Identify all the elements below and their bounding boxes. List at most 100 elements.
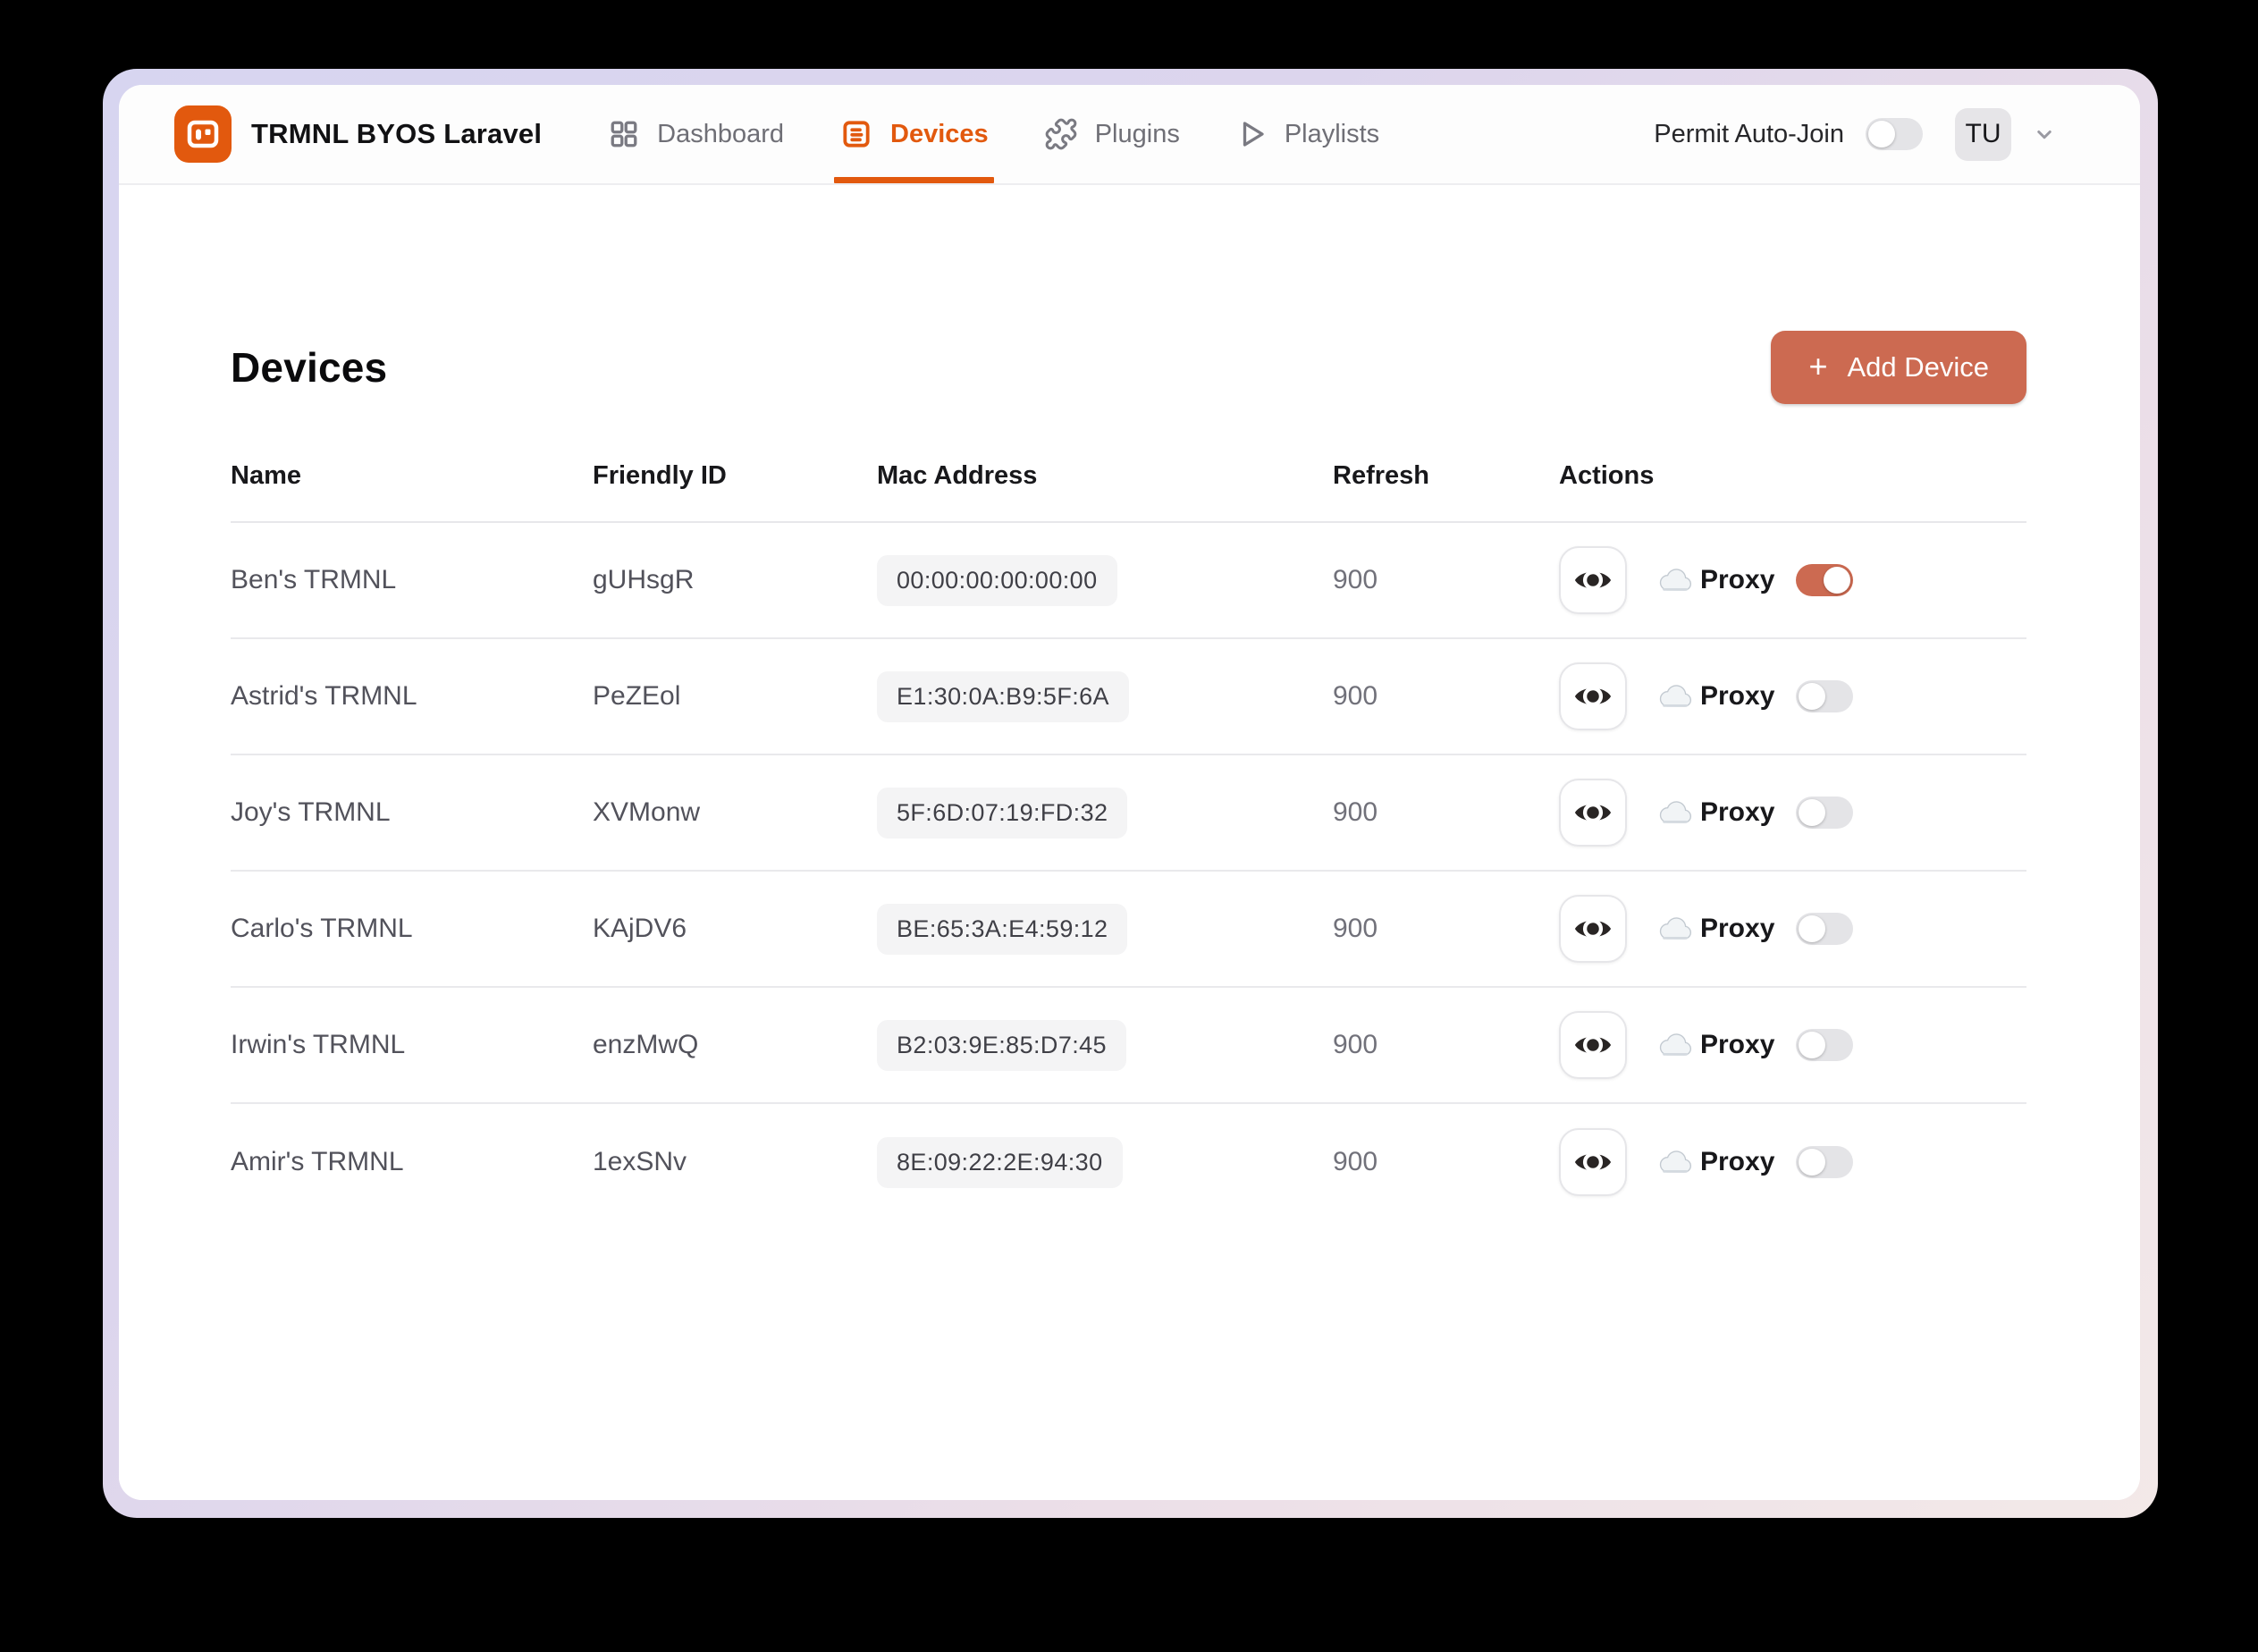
- proxy-toggle[interactable]: [1796, 564, 1854, 596]
- table-row: Joy's TRMNL XVMonw 5F:6D:07:19:FD:32 900: [231, 755, 2026, 872]
- view-device-button[interactable]: [1559, 546, 1627, 614]
- column-header-friendly-id: Friendly ID: [593, 461, 727, 490]
- eye-icon: [1572, 1029, 1613, 1061]
- device-mac: 5F:6D:07:19:FD:32: [877, 787, 1128, 839]
- proxy-toggle[interactable]: [1796, 1146, 1854, 1178]
- device-refresh: 900: [1333, 797, 1378, 827]
- device-friendly-id: enzMwQ: [593, 1030, 699, 1059]
- view-device-button[interactable]: [1559, 895, 1627, 963]
- device-friendly-id: 1exSNv: [593, 1147, 687, 1176]
- trmnl-logo-icon: [174, 105, 232, 163]
- column-header-mac-address: Mac Address: [877, 461, 1038, 490]
- proxy-label: Proxy: [1700, 1030, 1775, 1059]
- device-name: Astrid's TRMNL: [231, 681, 417, 711]
- nav-item-playlists[interactable]: Playlists: [1235, 85, 1379, 183]
- cloud-icon: [1659, 1032, 1691, 1058]
- device-refresh: 900: [1333, 1147, 1378, 1176]
- proxy-label: Proxy: [1700, 565, 1775, 594]
- table-row: Ben's TRMNL gUHsgR 00:00:00:00:00:00 900: [231, 523, 2026, 639]
- device-actions: Proxy: [1559, 1011, 2026, 1079]
- cloud-icon: [1659, 684, 1691, 709]
- device-actions: Proxy: [1559, 895, 2026, 963]
- brand: TRMNL BYOS Laravel: [174, 105, 542, 163]
- play-icon: [1235, 118, 1268, 150]
- device-actions: Proxy: [1559, 662, 2026, 730]
- device-friendly-id: XVMonw: [593, 797, 701, 827]
- column-header-name: Name: [231, 461, 301, 490]
- nav-item-label: Playlists: [1284, 119, 1380, 148]
- app-title: TRMNL BYOS Laravel: [251, 118, 543, 149]
- device-name: Carlo's TRMNL: [231, 914, 413, 943]
- devices-page: Devices + Add Device Name Friendly ID Ma…: [119, 185, 2140, 1500]
- device-friendly-id: PeZEol: [593, 681, 681, 711]
- permit-auto-join-toggle[interactable]: [1866, 118, 1923, 150]
- add-device-button[interactable]: + Add Device: [1771, 331, 2026, 404]
- plus-icon: +: [1808, 347, 1828, 384]
- view-device-button[interactable]: [1559, 1128, 1627, 1196]
- column-header-refresh: Refresh: [1333, 461, 1429, 490]
- device-table: Name Friendly ID Mac Address Refresh Act…: [231, 461, 2026, 1220]
- eye-icon: [1572, 796, 1613, 829]
- cloud-icon: [1659, 916, 1691, 941]
- device-name: Joy's TRMNL: [231, 797, 391, 827]
- proxy-toggle[interactable]: [1796, 680, 1854, 712]
- device-actions: Proxy: [1559, 546, 2026, 614]
- device-refresh: 900: [1333, 1030, 1378, 1059]
- device-list-icon: [839, 117, 873, 151]
- device-actions: Proxy: [1559, 779, 2026, 847]
- main-nav: Dashboard Devices Plugins Playlists: [608, 85, 1379, 183]
- cloud-icon: [1659, 1150, 1691, 1175]
- permit-auto-join-label: Permit Auto-Join: [1654, 119, 1844, 148]
- device-refresh: 900: [1333, 681, 1378, 711]
- eye-icon: [1572, 564, 1613, 596]
- proxy-toggle[interactable]: [1796, 1029, 1854, 1061]
- table-row: Carlo's TRMNL KAjDV6 BE:65:3A:E4:59:12 9…: [231, 872, 2026, 988]
- nav-item-label: Plugins: [1094, 119, 1180, 148]
- device-mac: BE:65:3A:E4:59:12: [877, 903, 1128, 955]
- page-title: Devices: [231, 344, 388, 391]
- device-name: Ben's TRMNL: [231, 565, 397, 594]
- device-mac: B2:03:9E:85:D7:45: [877, 1019, 1126, 1071]
- user-avatar[interactable]: TU: [1955, 107, 2011, 161]
- device-table-body: Ben's TRMNL gUHsgR 00:00:00:00:00:00 900: [231, 523, 2026, 1220]
- cloud-icon: [1659, 568, 1691, 593]
- proxy-toggle[interactable]: [1796, 796, 1854, 829]
- chevron-down-icon[interactable]: [2031, 121, 2058, 148]
- view-device-button[interactable]: [1559, 1011, 1627, 1079]
- proxy-toggle[interactable]: [1796, 913, 1854, 945]
- proxy-label: Proxy: [1700, 797, 1775, 827]
- device-friendly-id: KAjDV6: [593, 914, 687, 943]
- device-mac: 00:00:00:00:00:00: [877, 554, 1117, 606]
- topbar-right-cluster: Permit Auto-Join TU: [1654, 107, 2058, 161]
- column-header-actions: Actions: [1559, 461, 1655, 490]
- add-device-button-label: Add Device: [1847, 351, 1989, 383]
- nav-item-label: Dashboard: [657, 119, 785, 148]
- device-friendly-id: gUHsgR: [593, 565, 695, 594]
- device-refresh: 900: [1333, 565, 1378, 594]
- nav-item-dashboard[interactable]: Dashboard: [608, 85, 784, 183]
- eye-icon: [1572, 680, 1613, 712]
- device-mac: 8E:09:22:2E:94:30: [877, 1136, 1123, 1188]
- eye-icon: [1572, 1146, 1613, 1178]
- page-header: Devices + Add Device: [231, 331, 2026, 404]
- eye-icon: [1572, 913, 1613, 945]
- device-refresh: 900: [1333, 914, 1378, 943]
- cloud-icon: [1659, 800, 1691, 825]
- view-device-button[interactable]: [1559, 662, 1627, 730]
- device-name: Irwin's TRMNL: [231, 1030, 406, 1059]
- nav-item-plugins[interactable]: Plugins: [1044, 85, 1180, 183]
- app-window: TRMNL BYOS Laravel Dashboard Devices Plu…: [103, 69, 2158, 1518]
- table-row: Astrid's TRMNL PeZEol E1:30:0A:B9:5F:6A …: [231, 639, 2026, 755]
- device-actions: Proxy: [1559, 1128, 2026, 1196]
- puzzle-icon: [1044, 117, 1078, 151]
- nav-item-devices[interactable]: Devices: [834, 85, 994, 183]
- table-row: Amir's TRMNL 1exSNv 8E:09:22:2E:94:30 90…: [231, 1104, 2026, 1220]
- proxy-label: Proxy: [1700, 1147, 1775, 1176]
- app-window-content: TRMNL BYOS Laravel Dashboard Devices Plu…: [119, 85, 2140, 1500]
- device-name: Amir's TRMNL: [231, 1147, 404, 1176]
- view-device-button[interactable]: [1559, 779, 1627, 847]
- nav-item-label: Devices: [890, 119, 989, 148]
- device-mac: E1:30:0A:B9:5F:6A: [877, 670, 1129, 722]
- proxy-label: Proxy: [1700, 681, 1775, 711]
- table-row: Irwin's TRMNL enzMwQ B2:03:9E:85:D7:45 9…: [231, 988, 2026, 1104]
